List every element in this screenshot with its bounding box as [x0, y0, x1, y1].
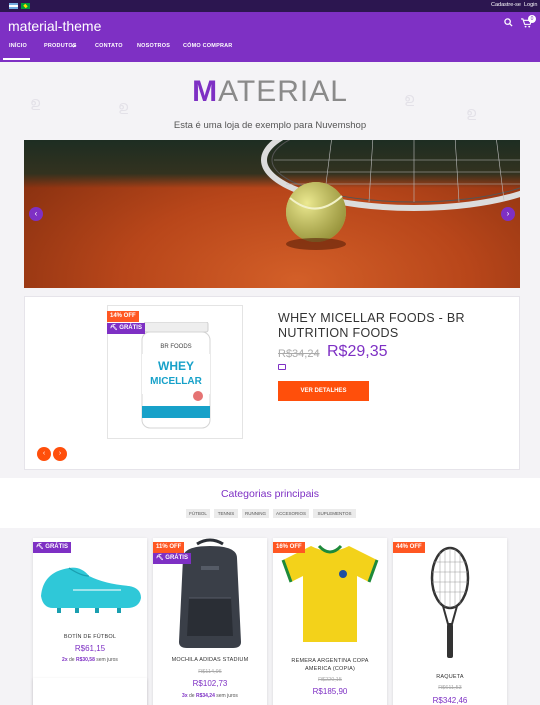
product-name[interactable]: MOCHILA ADIDAS STADIUM [153, 657, 267, 663]
register-link[interactable]: Cadastre-se [491, 2, 521, 8]
tennis-racket-ball-image [261, 140, 520, 250]
categories-title: Categorias principais [220, 488, 320, 500]
discount-badge: 44% OFF [393, 542, 425, 553]
featured-product-card: BR FOODS WHEY MICELLAR 14% OFF ⛏ GRÁTIS … [24, 296, 520, 470]
chevron-down-icon[interactable] [71, 44, 76, 48]
credit-card-icon [278, 364, 286, 370]
featured-price: R$29,35 [327, 343, 388, 360]
featured-product-title[interactable]: WHEY MICELLAR FOODS - BR NUTRITION FOODS [278, 311, 498, 341]
free-shipping-badge: ⛏ GRÁTIS [33, 542, 71, 553]
store-tagline: Esta é uma loja de exemplo para Nuvemsho… [173, 120, 367, 131]
categories-section: Categorias principais FÚTBOL TENNIS RUNN… [0, 478, 540, 528]
banner-prev-arrow[interactable]: ‹ [29, 207, 43, 221]
cart-count-badge: 0 [528, 15, 536, 23]
category-chip-running[interactable]: RUNNING [242, 509, 269, 518]
jar-label-2: MICELLAR [150, 376, 202, 387]
hero-banner[interactable]: ‹ › [24, 140, 520, 288]
jar-label-1: WHEY [158, 359, 194, 373]
jar-brand-text: BR FOODS [160, 344, 191, 350]
product-old-price: R$220,15 [318, 677, 342, 683]
brazil-flag-icon[interactable] [21, 3, 30, 9]
truck-icon: ⛏ [36, 544, 44, 550]
tennis-racket-image [430, 546, 470, 658]
material-logo: MATERIAL [192, 75, 348, 108]
banner-next-arrow[interactable]: › [501, 207, 515, 221]
nav-item-inicio[interactable]: INÍCIO [9, 43, 27, 49]
discount-badge: 11% OFF [153, 542, 185, 553]
category-chip-accesorios[interactable]: ACCESORIOS [273, 509, 309, 518]
product-price: R$61,15 [74, 644, 106, 653]
category-chip-futbol[interactable]: FÚTBOL [186, 509, 210, 518]
view-details-button[interactable]: VER DETALHES [278, 381, 369, 401]
featured-old-price: R$34,24 [278, 348, 320, 360]
product-price: R$342,46 [432, 696, 468, 705]
product-card[interactable]: 16% OFF REMERA ARGENTINA COPA AMERICA (C… [273, 538, 387, 705]
product-price: R$102,73 [192, 679, 228, 688]
product-card[interactable]: 11% OFF ⛏ GRÁTIS MOCHILA ADIDAS STADIUM … [153, 538, 267, 705]
free-shipping-badge: ⛏ GRÁTIS [153, 553, 191, 564]
product-name[interactable]: RAQUETA [393, 674, 507, 680]
nav-item-nosotros[interactable]: NOSOTROS [137, 43, 170, 49]
featured-next-arrow[interactable]: › [53, 447, 67, 461]
product-card[interactable]: 44% OFF RAQUETA R$611,53 R$342,46 [393, 538, 507, 705]
product-installments: 2x de R$30,58 sem juros [62, 657, 118, 663]
product-old-price: R$611,53 [438, 685, 462, 691]
featured-prev-arrow[interactable]: ‹ [37, 447, 51, 461]
nav-active-indicator [3, 58, 30, 60]
discount-badge: 14% OFF [107, 311, 139, 322]
argentina-flag-icon[interactable] [9, 3, 18, 9]
category-chip-tennis[interactable]: TENNIS [214, 509, 238, 518]
search-icon[interactable] [504, 18, 513, 27]
free-shipping-badge: ⛏ GRÁTIS [107, 323, 145, 334]
top-strip: Cadastre-se Login [0, 0, 540, 12]
product-installments: 3x de R$34,24 sem juros [182, 693, 238, 699]
protein-jar-image: BR FOODS WHEY MICELLAR [141, 322, 211, 429]
login-link[interactable]: Login [524, 2, 537, 8]
category-chip-suplementos[interactable]: SUPLEMENTOS [313, 509, 356, 518]
truck-icon: ⛏ [156, 555, 164, 561]
site-header: material-theme 0 INÍCIO PRODUTOS CONTATO… [0, 12, 540, 62]
site-brand[interactable]: material-theme [8, 18, 101, 34]
product-card[interactable] [33, 678, 147, 705]
product-price: R$185,90 [312, 687, 348, 696]
product-name[interactable]: REMERA ARGENTINA COPA AMERICA (COPIA) [273, 657, 387, 673]
discount-badge: 16% OFF [273, 542, 305, 553]
product-old-price: R$114,96 [198, 669, 222, 675]
nav-item-como-comprar[interactable]: CÓMO COMPRAR [183, 43, 232, 49]
truck-icon: ⛏ [110, 325, 118, 331]
nav-item-contato[interactable]: CONTATO [95, 43, 123, 49]
product-name[interactable]: BOTÍN DE FÚTBOL [33, 634, 147, 640]
yellow-shirt-image [281, 544, 379, 642]
